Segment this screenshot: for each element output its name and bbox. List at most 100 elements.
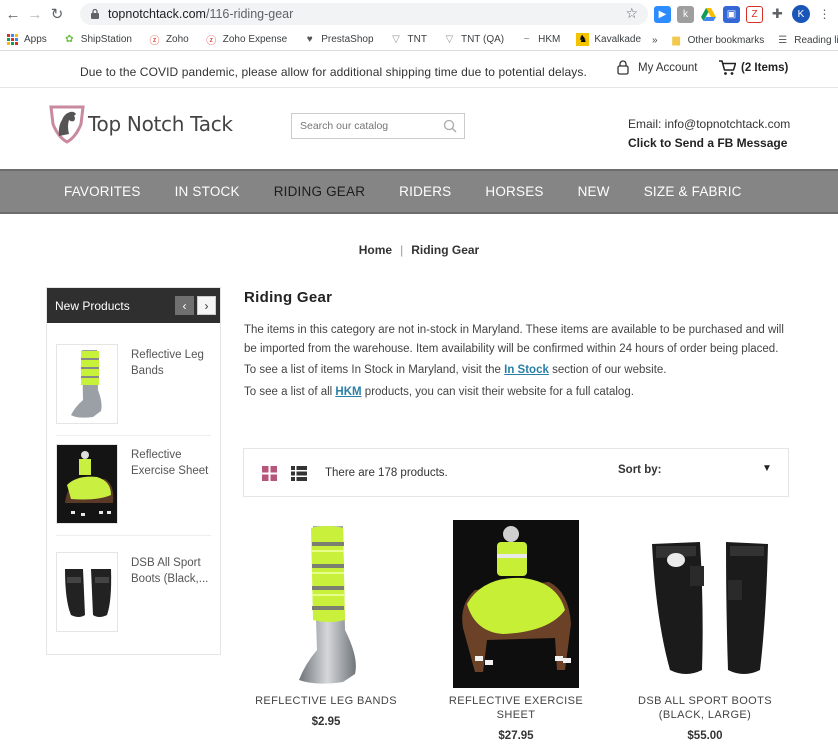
google-drive-icon[interactable] [700, 5, 717, 23]
fb-message-link[interactable]: Click to Send a FB Message [628, 134, 790, 153]
product-thumbnail[interactable] [56, 444, 118, 524]
product-list-toolbar: There are 178 products. Sort by: ▼ [243, 448, 789, 497]
back-icon[interactable]: ← [2, 3, 24, 25]
product-price: $55.00 [687, 730, 723, 742]
nav-riders[interactable]: RIDERS [399, 184, 451, 199]
breadcrumb-current[interactable]: Riding Gear [411, 243, 479, 257]
cart-icon [719, 60, 736, 75]
profile-avatar[interactable]: K [792, 5, 810, 23]
address-bar[interactable]: topnotchtack.com/116-riding-gear ☆ [80, 3, 648, 25]
product-thumbnail[interactable] [56, 344, 118, 424]
other-bookmarks[interactable]: Other bookmarks [688, 35, 765, 46]
zoho-icon: ⓩ [149, 36, 160, 47]
in-stock-link[interactable]: In Stock [504, 364, 549, 376]
gear-icon: ✿ [65, 34, 74, 45]
product-thumbnail[interactable] [56, 552, 118, 632]
search-box [291, 113, 465, 139]
bookmark-label: TNT [407, 34, 427, 45]
breadcrumb-home[interactable]: Home [359, 243, 392, 257]
cart-link[interactable]: (2 Items) [718, 60, 788, 76]
nav-horses[interactable]: HORSES [485, 184, 543, 199]
bookmark-label: TNT (QA) [460, 34, 505, 45]
bookmark-prestashop[interactable]: ♥ PrestaShop [303, 33, 374, 46]
bookmarks-overflow-button[interactable]: » [652, 35, 658, 46]
product-card[interactable]: REFLECTIVE EXERCISE SHEET $27.95 [431, 520, 601, 742]
reload-icon[interactable]: ↻ [46, 3, 68, 25]
list-view-icon[interactable] [291, 466, 307, 481]
new-product-item[interactable]: DSB All Sport Boots (Black,... [56, 544, 211, 644]
folder-icon: ▆ [672, 34, 680, 46]
product-name[interactable]: REFLECTIVE LEG BANDS [241, 694, 411, 708]
new-products-widget: New Products ‹ › Reflective Leg Bands Re… [46, 287, 221, 655]
hkm-link[interactable]: HKM [335, 386, 361, 398]
bookmark-tnt[interactable]: ▽ TNT [390, 33, 427, 46]
reading-list[interactable]: Reading list [794, 35, 838, 46]
my-account-label: My Account [638, 61, 698, 74]
bookmark-tnt-qa[interactable]: ▽ TNT (QA) [443, 33, 505, 46]
text-span: To see a list of all [244, 385, 336, 398]
category-title: Riding Gear [244, 289, 333, 306]
bookmark-zoho[interactable]: ⓩ Zoho [148, 33, 189, 47]
new-product-name[interactable]: Reflective Leg Bands [131, 348, 211, 379]
contact-email[interactable]: Email: info@topnotchtack.com [628, 115, 790, 134]
my-account-link[interactable]: My Account [616, 60, 697, 75]
product-name[interactable]: REFLECTIVE EXERCISE SHEET [431, 694, 601, 722]
bookmark-label: HKM [538, 34, 561, 45]
description-paragraph: To see a list of all HKM products, you c… [244, 383, 789, 402]
new-product-item[interactable]: Reflective Leg Bands [56, 336, 211, 436]
bookmark-star-icon[interactable]: ☆ [625, 5, 638, 22]
product-image[interactable] [251, 520, 401, 688]
prestashop-icon: ♥ [306, 34, 313, 45]
sort-by-dropdown[interactable]: Sort by: [618, 464, 661, 476]
bookmarks-bar: Apps ✿ ShipStation ⓩ Zoho ⓩ Zoho Expense ♥ P… [0, 29, 838, 51]
product-card[interactable]: DSB ALL SPORT BOOTS (BLACK, LARGE) $55.0… [620, 520, 790, 742]
url-text: topnotchtack.com/116-riding-gear [108, 7, 294, 21]
description-paragraph: To see a list of items In Stock in Maryl… [244, 361, 789, 380]
bookmark-hkm[interactable]: ~ HKM [520, 33, 561, 46]
breadcrumb: Home | Riding Gear [0, 243, 838, 257]
bookmark-label: Zoho Expense [222, 34, 288, 45]
zoho-extension-icon[interactable]: Z [746, 5, 763, 23]
new-product-name[interactable]: DSB All Sport Boots (Black,... [131, 556, 211, 587]
new-product-item[interactable]: Reflective Exercise Sheet [56, 436, 211, 536]
bookmark-label: Zoho [165, 34, 189, 45]
carousel-prev-button[interactable]: ‹ [175, 296, 194, 315]
bookmark-zoho-expense[interactable]: ⓩ Zoho Expense [205, 33, 288, 47]
extensions-puzzle-icon[interactable]: ✚ [769, 5, 786, 23]
nav-new[interactable]: NEW [578, 184, 610, 199]
grid-view-icon[interactable] [262, 466, 277, 481]
text-span: To see a list of items In Stock in Maryl… [244, 364, 505, 377]
text-span: products, you can visit their website fo… [361, 385, 634, 398]
product-image[interactable] [453, 520, 579, 688]
product-image[interactable] [630, 520, 780, 688]
nav-riding-gear[interactable]: RIDING GEAR [274, 184, 365, 199]
nav-in-stock[interactable]: IN STOCK [175, 184, 240, 199]
covid-notice: Due to the COVID pandemic, please allow … [80, 65, 587, 79]
bookmark-label: Kavalkade [594, 34, 642, 45]
chevron-down-icon[interactable]: ▼ [762, 463, 772, 474]
new-product-name[interactable]: Reflective Exercise Sheet [131, 448, 211, 479]
nav-favorites[interactable]: FAVORITES [64, 184, 141, 199]
bookmark-kavalkade[interactable]: ♞ Kavalkade [576, 33, 641, 46]
extension-icon[interactable]: k [677, 5, 694, 23]
search-input[interactable] [300, 120, 440, 132]
logo-text: Top Notch Tack [88, 112, 233, 136]
site-logo[interactable]: Top Notch Tack [48, 104, 233, 144]
product-name[interactable]: DSB ALL SPORT BOOTS (BLACK, LARGE) [620, 694, 790, 722]
zoho-icon: ⓩ [206, 36, 217, 47]
hkm-icon: ~ [523, 34, 530, 45]
nav-size-fabric[interactable]: SIZE & FABRIC [644, 184, 742, 199]
search-icon[interactable] [443, 119, 457, 133]
forward-icon[interactable]: → [24, 3, 46, 25]
kavalkade-icon: ♞ [576, 33, 590, 46]
screen-capture-icon[interactable]: ▣ [723, 5, 740, 23]
product-card[interactable]: REFLECTIVE LEG BANDS $2.95 [241, 520, 411, 728]
carousel-next-button[interactable]: › [197, 296, 216, 315]
bookmark-apps[interactable]: Apps [6, 33, 47, 46]
zoom-extension-icon[interactable]: ▶ [654, 5, 671, 23]
cart-count: (2 Items) [741, 62, 789, 74]
bookmark-shipstation[interactable]: ✿ ShipStation [63, 33, 132, 46]
menu-kebab-icon[interactable]: ⋮ [816, 5, 833, 23]
tnt-logo-icon: ▽ [392, 34, 400, 45]
breadcrumb-separator: | [400, 243, 404, 257]
